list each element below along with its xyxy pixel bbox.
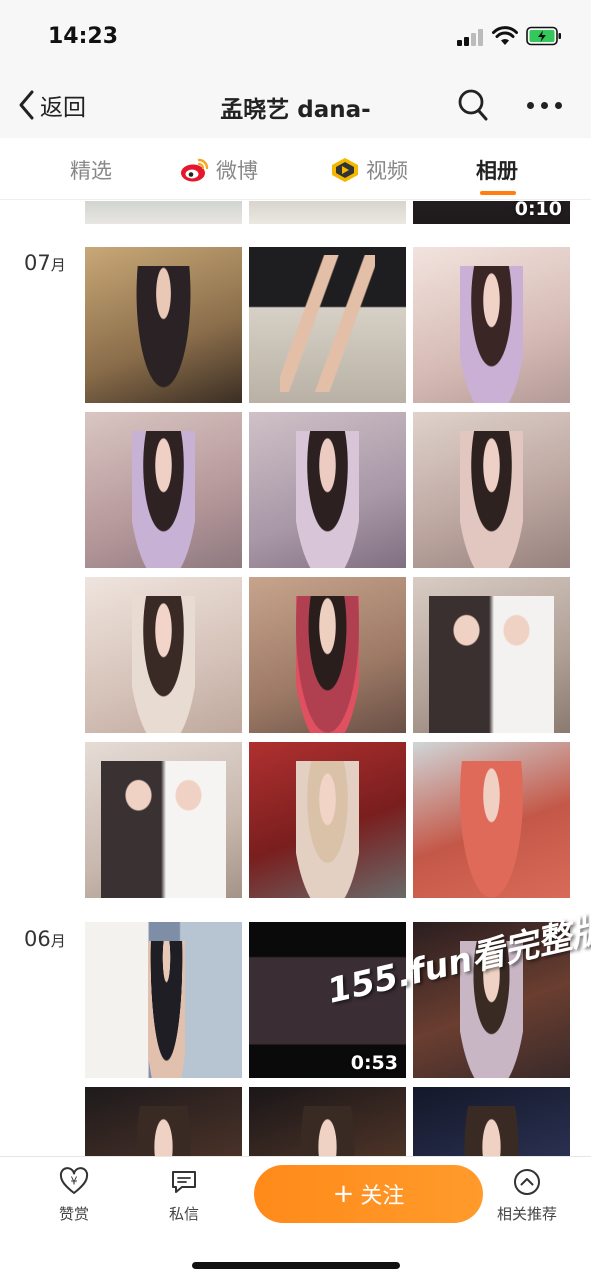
photo-thumbnail[interactable] [85, 201, 242, 224]
cellular-signal-icon [457, 28, 485, 46]
tab-video-label: 视频 [366, 159, 408, 183]
wifi-icon [492, 26, 518, 45]
month-label: 07月 [24, 251, 66, 275]
weibo-icon [181, 158, 209, 182]
photo-thumbnail[interactable] [85, 742, 242, 898]
battery-icon [526, 26, 561, 46]
svg-text:¥: ¥ [71, 1175, 78, 1188]
video-duration: 0:10 [514, 201, 562, 220]
status-bar: 14:23 [0, 0, 591, 72]
photo-thumbnail[interactable] [85, 412, 242, 568]
chevron-up-circle-icon [514, 1169, 540, 1195]
nav-bar: 返回 孟晓艺 dana- [0, 72, 591, 138]
photo-thumbnail[interactable] [85, 577, 242, 733]
video-icon [332, 158, 358, 182]
tab-weibo-label: 微博 [216, 159, 258, 183]
related-recommend-button[interactable]: 相关推荐 [487, 1167, 567, 1224]
photo-thumbnail[interactable] [85, 922, 242, 1078]
photo-thumbnail[interactable] [249, 742, 406, 898]
follow-button[interactable]: + 关注 [254, 1165, 483, 1223]
bottom-action-bar: ¥ 赞赏 私信 + 关注 相关推荐 [0, 1156, 591, 1280]
photo-thumbnail[interactable] [249, 412, 406, 568]
related-label: 相关推荐 [496, 1205, 557, 1223]
page-title: 孟晓艺 dana- [220, 97, 371, 123]
search-icon[interactable] [457, 88, 489, 122]
month-label: 06月 [24, 927, 66, 951]
video-duration: 0:53 [350, 1052, 398, 1074]
photo-thumbnail[interactable] [249, 1087, 406, 1156]
tab-weibo[interactable]: 微博 [180, 154, 258, 186]
tab-featured[interactable]: 精选 [70, 154, 112, 186]
photo-thumbnail[interactable] [413, 412, 570, 568]
tab-video[interactable]: 视频 [330, 154, 408, 186]
photo-thumbnail[interactable] [413, 247, 570, 403]
message-label: 私信 [168, 1205, 199, 1223]
reward-heart-icon: ¥ [59, 1167, 89, 1194]
reward-button[interactable]: ¥ 赞赏 [34, 1167, 114, 1224]
chat-bubble-icon [172, 1171, 196, 1193]
message-button[interactable]: 私信 [144, 1167, 224, 1224]
photo-thumbnail[interactable] [413, 577, 570, 733]
profile-album-screen: 14:23 返回 孟晓艺 dana- 精选 微博 视频 相册 0:10 07月 … [0, 0, 591, 1280]
photo-thumbnail[interactable] [249, 247, 406, 403]
follow-label: 关注 [360, 1184, 405, 1209]
reward-label: 赞赏 [58, 1205, 89, 1223]
tab-album[interactable]: 相册 [476, 154, 518, 186]
active-tab-indicator [480, 191, 516, 195]
photo-thumbnail[interactable] [249, 201, 406, 224]
tab-album-label: 相册 [476, 159, 518, 183]
profile-tabs: 精选 微博 视频 相册 [0, 138, 591, 200]
photo-thumbnail[interactable] [85, 1087, 242, 1156]
photo-thumbnail[interactable] [85, 247, 242, 403]
more-options-icon[interactable] [527, 102, 563, 110]
photo-thumbnail[interactable] [413, 1087, 570, 1156]
album-grid: 0:10 07月 06月 0:53 [0, 201, 591, 1156]
status-time: 14:23 [48, 24, 119, 49]
tab-featured-label: 精选 [70, 159, 112, 183]
photo-thumbnail[interactable] [249, 577, 406, 733]
photo-thumbnail[interactable] [413, 742, 570, 898]
video-thumbnail[interactable]: 0:10 [413, 201, 570, 224]
home-indicator [192, 1262, 400, 1269]
plus-icon: + [332, 1179, 355, 1209]
